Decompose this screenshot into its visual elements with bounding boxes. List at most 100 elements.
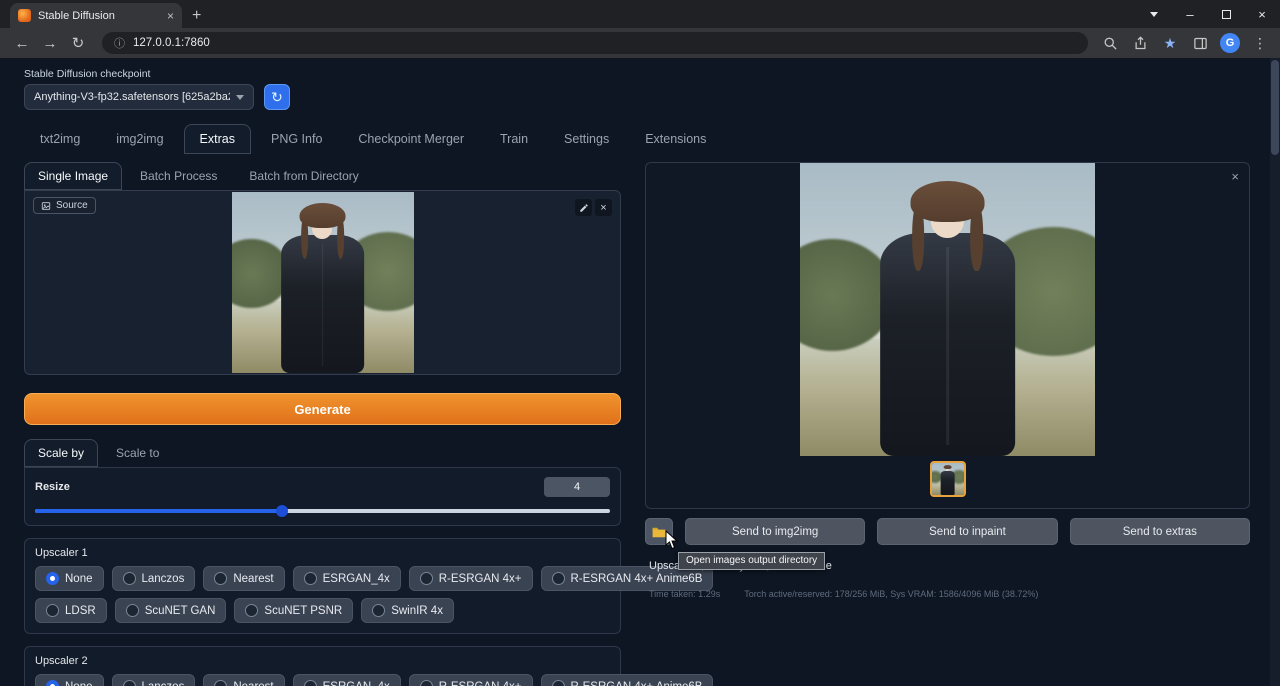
quicksettings: Stable Diffusion checkpoint Anything-V3-… bbox=[0, 58, 1280, 114]
upscaler2-option-lanczos[interactable]: Lanczos bbox=[112, 674, 196, 686]
output-actions: Send to img2img Send to inpaint Send to … bbox=[645, 518, 1250, 545]
upscaler1-option-lanczos[interactable]: Lanczos bbox=[112, 566, 196, 591]
upscaler1-option-scunet-psnr[interactable]: ScuNET PSNR bbox=[234, 598, 353, 623]
checkpoint-dropdown[interactable]: Anything-V3-fp32.safetensors [625a2ba2] bbox=[24, 84, 254, 110]
upscaler1-option-esrgan-4x[interactable]: ESRGAN_4x bbox=[293, 566, 401, 591]
source-label-chip: Source bbox=[33, 197, 96, 214]
tab-settings[interactable]: Settings bbox=[548, 124, 625, 154]
tab-single-image[interactable]: Single Image bbox=[24, 162, 122, 190]
caret-shape bbox=[1150, 12, 1158, 17]
site-info-icon[interactable]: ⓘ bbox=[114, 35, 125, 51]
webui-page: Stable Diffusion checkpoint Anything-V3-… bbox=[0, 58, 1280, 686]
send-to-inpaint-button[interactable]: Send to inpaint bbox=[877, 518, 1057, 545]
side-panel-icon[interactable] bbox=[1190, 33, 1210, 53]
radio-icon bbox=[420, 572, 433, 585]
back-button[interactable]: ← bbox=[10, 31, 34, 55]
performance-text: Time taken: 1.29s Torch active/reserved:… bbox=[645, 589, 1250, 599]
tab-scale-to[interactable]: Scale to bbox=[102, 439, 173, 467]
slider-handle[interactable] bbox=[276, 505, 288, 517]
toolbar-right-icons: ★ G ⋮ bbox=[1100, 33, 1270, 53]
gallery-thumbnail-selected[interactable] bbox=[930, 461, 966, 497]
send-to-img2img-button[interactable]: Send to img2img bbox=[685, 518, 865, 545]
profile-avatar[interactable]: G bbox=[1220, 33, 1240, 53]
resize-value-input[interactable]: 4 bbox=[544, 477, 610, 497]
upscaler1-option-none[interactable]: None bbox=[35, 566, 104, 591]
edit-image-button[interactable] bbox=[575, 199, 592, 216]
upscaler1-label: Upscaler 1 bbox=[35, 547, 610, 559]
upscaler2-group: Upscaler 2 None Lanczos Nearest ESRGAN_4… bbox=[24, 646, 621, 686]
checkpoint-value: Anything-V3-fp32.safetensors [625a2ba2] bbox=[34, 91, 230, 103]
option-label: ESRGAN_4x bbox=[323, 681, 390, 686]
close-window-button[interactable]: × bbox=[1244, 0, 1280, 28]
tab-png-info[interactable]: PNG Info bbox=[255, 124, 338, 154]
new-tab-button[interactable]: + bbox=[192, 8, 201, 24]
checkpoint-label: Stable Diffusion checkpoint bbox=[24, 68, 1256, 80]
tab-extensions[interactable]: Extensions bbox=[629, 124, 722, 154]
address-bar[interactable]: ⓘ 127.0.0.1:7860 bbox=[102, 32, 1088, 54]
thumbnail-image bbox=[932, 463, 964, 495]
upscaler2-option-r-esrgan-4x[interactable]: R-ESRGAN 4x+ bbox=[409, 674, 533, 686]
tab-close-icon[interactable]: × bbox=[167, 10, 174, 22]
browser-tab-bar: Stable Diffusion × + – × bbox=[0, 0, 1280, 28]
image-icon bbox=[41, 201, 51, 211]
page-scrollbar[interactable] bbox=[1270, 58, 1280, 686]
extras-left-panel: Single Image Batch Process Batch from Di… bbox=[24, 162, 621, 686]
gallery-close-icon[interactable]: × bbox=[1231, 169, 1239, 184]
option-label: Lanczos bbox=[142, 573, 185, 585]
tab-checkpoint-merger[interactable]: Checkpoint Merger bbox=[342, 124, 480, 154]
option-label: ScuNET GAN bbox=[145, 605, 216, 617]
clear-image-button[interactable]: × bbox=[595, 199, 612, 216]
tab-batch-process[interactable]: Batch Process bbox=[126, 162, 231, 190]
scrollbar-thumb[interactable] bbox=[1271, 60, 1279, 155]
result-image[interactable] bbox=[800, 163, 1095, 456]
radio-icon bbox=[126, 604, 139, 617]
upscaler1-options-row1: None Lanczos Nearest ESRGAN_4x R-ESRGAN … bbox=[35, 566, 610, 591]
dropdown-caret-icon bbox=[236, 95, 244, 100]
tab-extras[interactable]: Extras bbox=[184, 124, 251, 154]
tab-train[interactable]: Train bbox=[484, 124, 544, 154]
upscaler1-option-swinir-4x[interactable]: SwinIR 4x bbox=[361, 598, 454, 623]
option-label: None bbox=[65, 573, 93, 585]
option-label: Nearest bbox=[233, 681, 273, 686]
refresh-checkpoint-button[interactable]: ↻ bbox=[264, 84, 290, 110]
resize-group: Resize 4 bbox=[24, 467, 621, 526]
time-taken-text: Time taken: 1.29s bbox=[649, 589, 720, 599]
search-icon[interactable] bbox=[1100, 33, 1120, 53]
upscaler1-option-scunet-gan[interactable]: ScuNET GAN bbox=[115, 598, 227, 623]
maximize-button[interactable] bbox=[1208, 0, 1244, 28]
tab-scale-by[interactable]: Scale by bbox=[24, 439, 98, 467]
tab-txt2img[interactable]: txt2img bbox=[24, 124, 96, 154]
source-image-dropzone[interactable]: Source × bbox=[24, 190, 621, 375]
hair-shape bbox=[300, 203, 345, 229]
share-icon[interactable] bbox=[1130, 33, 1150, 53]
chevron-down-icon[interactable] bbox=[1136, 0, 1172, 28]
upscaler1-option-ldsr[interactable]: LDSR bbox=[35, 598, 107, 623]
image-tools: × bbox=[575, 199, 612, 216]
extras-sub-tabs: Single Image Batch Process Batch from Di… bbox=[24, 162, 621, 190]
forward-button[interactable]: → bbox=[38, 31, 62, 55]
tab-batch-from-directory[interactable]: Batch from Directory bbox=[235, 162, 372, 190]
radio-icon bbox=[304, 572, 317, 585]
upscaler2-option-none[interactable]: None bbox=[35, 674, 104, 686]
window-controls: – × bbox=[1136, 0, 1280, 28]
option-label: LDSR bbox=[65, 605, 96, 617]
upscaler2-option-esrgan-4x[interactable]: ESRGAN_4x bbox=[293, 674, 401, 686]
upscaler2-option-r-esrgan-anime6b[interactable]: R-ESRGAN 4x+ Anime6B bbox=[541, 674, 714, 686]
source-image[interactable] bbox=[232, 192, 414, 373]
minimize-button[interactable]: – bbox=[1172, 0, 1208, 28]
send-to-extras-button[interactable]: Send to extras bbox=[1070, 518, 1250, 545]
upscaler1-option-nearest[interactable]: Nearest bbox=[203, 566, 284, 591]
maximize-icon bbox=[1222, 10, 1231, 19]
radio-icon bbox=[214, 572, 227, 585]
bookmark-star-icon[interactable]: ★ bbox=[1160, 33, 1180, 53]
option-label: SwinIR 4x bbox=[391, 605, 443, 617]
generate-button[interactable]: Generate bbox=[24, 393, 621, 425]
reload-button[interactable]: ↻ bbox=[66, 31, 90, 55]
upscaler2-option-nearest[interactable]: Nearest bbox=[203, 674, 284, 686]
tab-img2img[interactable]: img2img bbox=[100, 124, 179, 154]
browser-menu-icon[interactable]: ⋮ bbox=[1250, 33, 1270, 53]
zipper-shape bbox=[946, 247, 949, 445]
upscaler1-option-r-esrgan-4x[interactable]: R-ESRGAN 4x+ bbox=[409, 566, 533, 591]
browser-tab[interactable]: Stable Diffusion × bbox=[10, 3, 182, 28]
resize-slider[interactable] bbox=[35, 509, 610, 513]
